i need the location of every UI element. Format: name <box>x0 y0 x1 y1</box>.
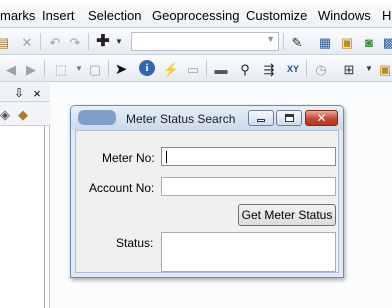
redo-icon[interactable]: ↷ <box>66 33 84 51</box>
table-of-contents-panel: ⇩ × ◈ ◆ <box>0 83 50 308</box>
identify-icon[interactable]: i <box>139 60 155 76</box>
menu-bookmarks[interactable]: marks <box>0 8 35 23</box>
close-icon[interactable]: × <box>28 84 46 102</box>
select-features-icon[interactable]: ⬚ <box>52 60 70 78</box>
list-by-source-icon[interactable]: ◆ <box>14 105 32 123</box>
menu-bar: marks Insert Selection Geoprocessing Cus… <box>0 0 392 28</box>
paste-icon[interactable]: ▤ <box>0 33 12 51</box>
status-textbox[interactable] <box>161 232 336 272</box>
toc-toolbar: ◈ ◆ <box>0 102 50 126</box>
chevron-down-icon[interactable]: ▼ <box>266 34 275 44</box>
toolbar-separator <box>306 60 307 77</box>
menu-customize[interactable]: Customize <box>246 8 307 23</box>
dialog-client-area: Meter No: Account No: Get Meter Status S… <box>75 130 339 273</box>
toolbar-separator <box>44 60 45 77</box>
toolbar-separator <box>206 60 207 77</box>
meter-no-label: Meter No: <box>102 151 155 165</box>
delete-icon[interactable]: ✕ <box>18 33 36 51</box>
dialog-titlebar[interactable]: Meter Status Search ✕ <box>71 106 343 130</box>
go-to-xy-icon[interactable]: XY <box>284 60 302 78</box>
table-of-contents-icon[interactable]: ▦ <box>316 33 334 51</box>
dialog-title: Meter Status Search <box>126 112 236 126</box>
catalog-window-icon[interactable]: ▣ <box>376 60 392 78</box>
find-route-icon[interactable]: ⇶ <box>260 60 278 78</box>
pin-icon[interactable]: ⇩ <box>10 84 28 102</box>
close-button[interactable]: ✕ <box>305 110 338 126</box>
measure-icon[interactable]: ▬ <box>212 60 230 78</box>
clear-selection-icon[interactable]: ▢ <box>86 60 104 78</box>
select-elements-icon[interactable]: ➤ <box>112 60 130 78</box>
toolbar-separator <box>283 33 284 50</box>
get-meter-status-button[interactable]: Get Meter Status <box>238 204 336 226</box>
maximize-icon <box>284 114 294 122</box>
toolbar-separator <box>88 33 89 50</box>
menu-windows[interactable]: Windows <box>318 8 371 23</box>
account-no-input[interactable] <box>161 177 336 196</box>
html-popup-icon[interactable]: ▭ <box>184 60 202 78</box>
arctoolbox-icon[interactable]: ▩ <box>380 33 392 51</box>
menu-insert[interactable]: Insert <box>42 8 75 23</box>
close-icon: ✕ <box>316 111 327 125</box>
text-caret <box>166 151 167 163</box>
forward-extent-icon[interactable]: ▶ <box>22 60 40 78</box>
maximize-button[interactable] <box>276 110 302 126</box>
standard-toolbar: ▤ ✕ ↶ ↷ ✚ ▼ ▼ ✎ ▦ ▣ ◙ ▩ <box>0 28 392 55</box>
map-scale-combo[interactable]: ▼ <box>131 32 279 51</box>
meter-status-search-dialog: Meter Status Search ✕ Meter No: Account … <box>70 105 344 278</box>
status-label: Status: <box>116 236 154 250</box>
menu-selection[interactable]: Selection <box>88 8 141 23</box>
menu-geoprocessing[interactable]: Geoprocessing <box>152 8 239 23</box>
tools-toolbar: ◀ ▶ ⬚ ▼ ▢ ➤ i ⚡ ▭ ▬ ⚲ ⇶ XY ◷ ⊞ ▼ ▣ <box>0 55 392 82</box>
toolbar-separator <box>40 33 41 50</box>
minimize-button[interactable] <box>248 110 274 126</box>
menu-help[interactable]: H <box>382 8 391 23</box>
time-slider-icon[interactable]: ◷ <box>312 60 330 78</box>
back-extent-icon[interactable]: ◀ <box>2 60 20 78</box>
account-no-label: Account No: <box>89 181 155 195</box>
list-by-drawing-order-icon[interactable]: ◈ <box>0 105 14 123</box>
meter-no-input[interactable] <box>161 147 336 166</box>
toolbar-separator <box>108 60 109 77</box>
add-data-dropdown-icon[interactable]: ▼ <box>110 33 128 51</box>
search-window-icon[interactable]: ◙ <box>360 33 378 51</box>
minimize-icon <box>257 119 265 122</box>
find-icon[interactable]: ⚲ <box>236 60 254 78</box>
hyperlink-icon[interactable]: ⚡ <box>162 60 180 78</box>
app-logo <box>78 110 116 125</box>
create-viewer-window-icon[interactable]: ⊞ <box>340 60 358 78</box>
toc-header: ⇩ × <box>0 83 50 102</box>
toc-tree-line <box>44 126 45 308</box>
editor-toolbar-icon[interactable]: ✎ <box>288 33 306 51</box>
catalog-icon[interactable]: ▣ <box>338 33 356 51</box>
undo-icon[interactable]: ↶ <box>46 33 64 51</box>
